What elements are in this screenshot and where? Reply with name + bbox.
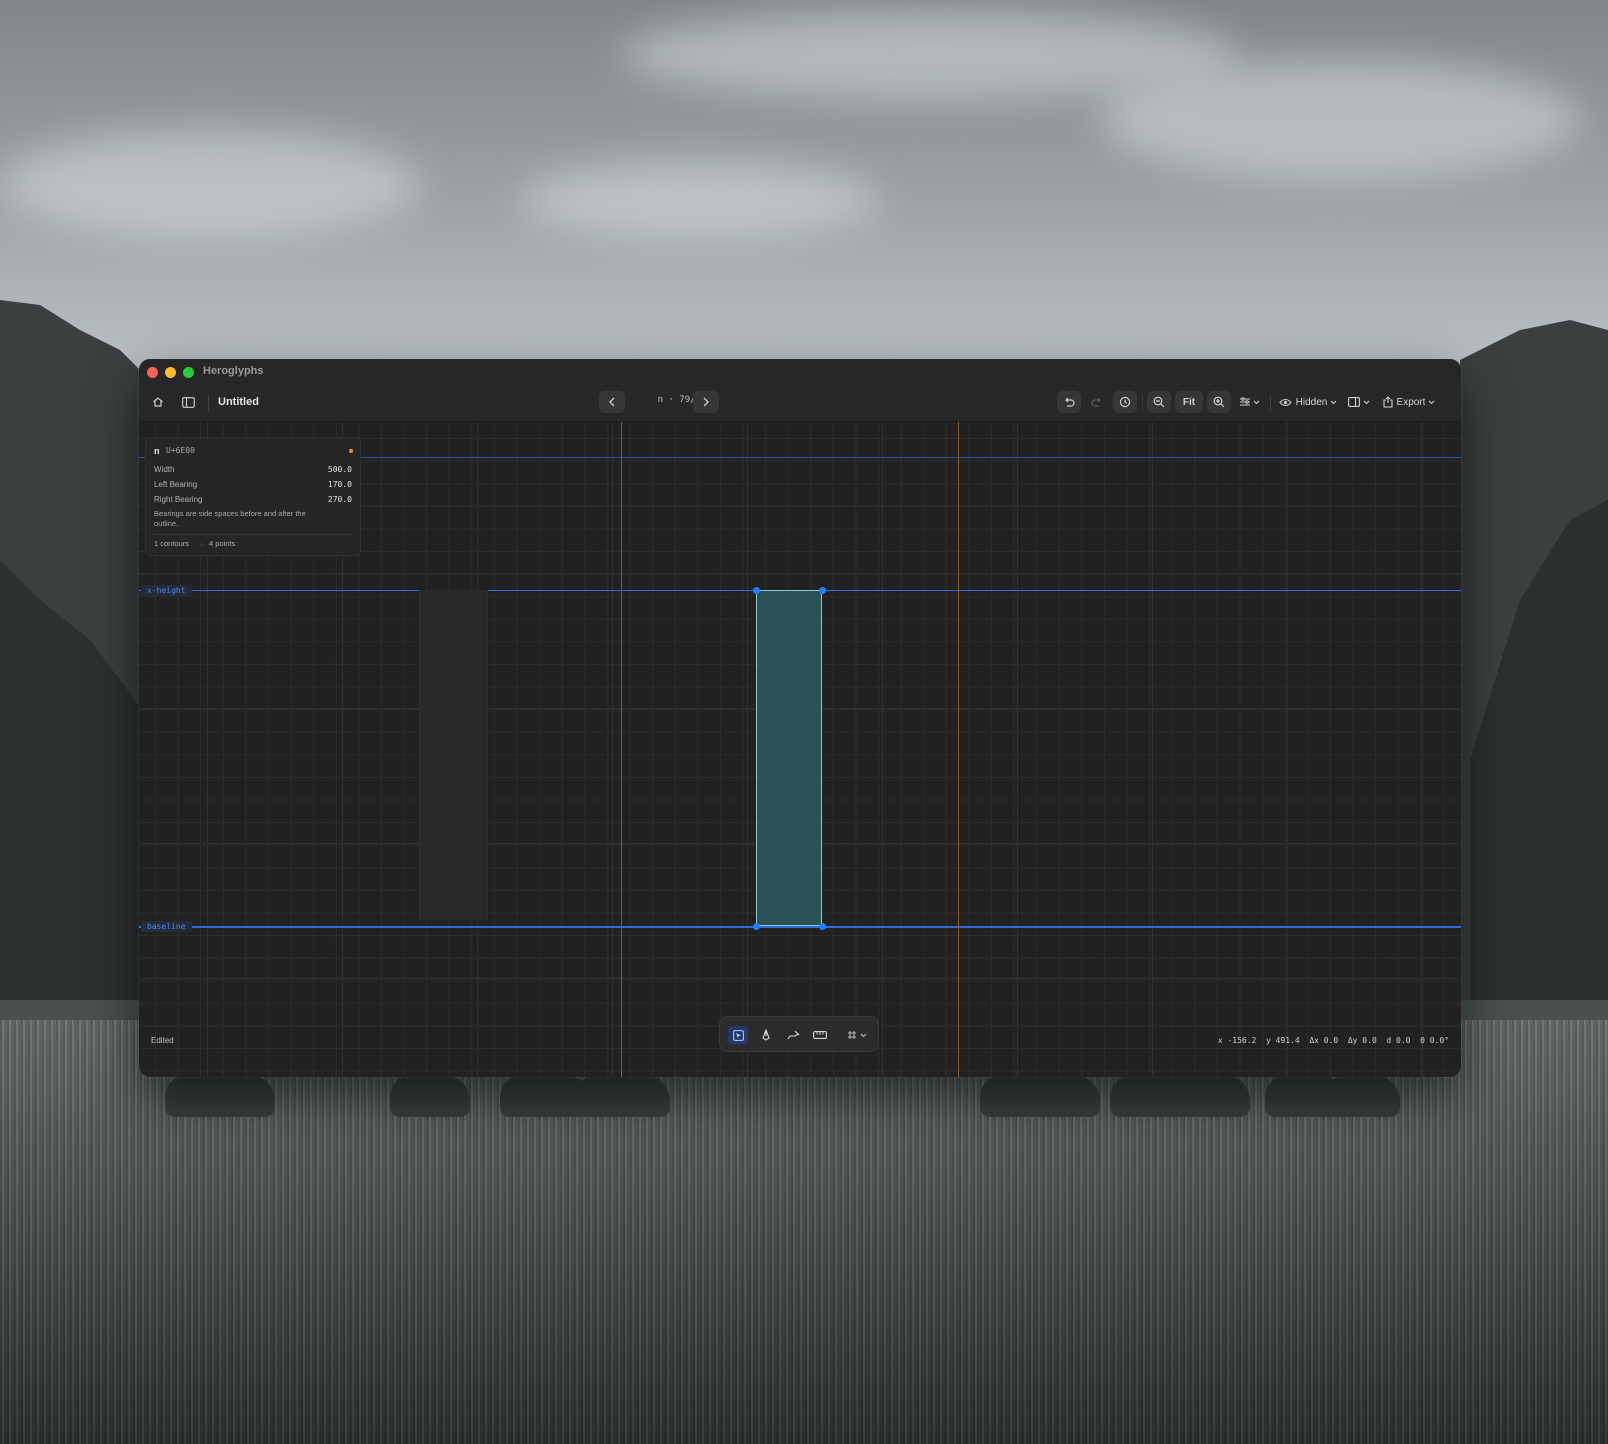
right-bearing-line[interactable] bbox=[958, 422, 959, 1077]
home-button[interactable] bbox=[147, 391, 169, 413]
chevron-down-icon bbox=[1363, 400, 1370, 404]
panel-divider bbox=[154, 534, 352, 535]
stat-separator: · bbox=[200, 539, 203, 548]
view-options-dropdown[interactable] bbox=[1235, 391, 1263, 413]
glyph-info-panel: n U+6E00 Width 500.0 Left Bearing 170.0 … bbox=[145, 437, 361, 556]
toggle-sidebar-button[interactable] bbox=[177, 391, 199, 413]
glyph-contour[interactable] bbox=[756, 590, 822, 926]
tool-dock bbox=[719, 1016, 879, 1052]
zoom-out-icon bbox=[1153, 396, 1165, 408]
toolbar-divider bbox=[208, 395, 209, 411]
baseline-label: baseline bbox=[141, 921, 192, 932]
buffalo bbox=[1110, 1075, 1250, 1117]
next-glyph-button[interactable] bbox=[693, 391, 719, 413]
chevron-down-icon bbox=[860, 1033, 867, 1037]
sliders-icon bbox=[1239, 397, 1250, 406]
chevron-right-icon bbox=[703, 397, 709, 407]
grid-icon bbox=[848, 1031, 856, 1039]
share-icon bbox=[1382, 396, 1393, 408]
home-icon bbox=[153, 397, 163, 407]
glyph-codepoint: U+6E00 bbox=[166, 446, 195, 455]
left-bearing-line[interactable] bbox=[621, 422, 622, 1077]
undo-button[interactable] bbox=[1057, 391, 1081, 413]
chevron-down-icon bbox=[1429, 400, 1435, 404]
left-bearing-value[interactable]: 170.0 bbox=[328, 480, 352, 489]
toolbar-divider bbox=[1270, 395, 1271, 411]
zoom-window-button[interactable] bbox=[183, 367, 194, 378]
chevron-down-icon bbox=[1330, 400, 1337, 404]
right-bearing-label: Right Bearing bbox=[154, 495, 203, 504]
contour-node[interactable] bbox=[819, 587, 826, 594]
chevron-down-icon bbox=[1253, 400, 1259, 404]
unsaved-indicator bbox=[349, 449, 353, 453]
bearing-hint-text: Bearings are side spaces before and afte… bbox=[154, 509, 306, 528]
point-count: 4 points bbox=[209, 539, 236, 548]
redo-button[interactable] bbox=[1085, 391, 1109, 413]
buffalo bbox=[390, 1075, 470, 1117]
history-icon bbox=[1119, 396, 1131, 408]
visibility-label: Hidden bbox=[1295, 396, 1328, 408]
ruler-icon bbox=[813, 1031, 827, 1039]
x-height-label: x-height bbox=[141, 585, 192, 596]
right-bearing-value[interactable]: 270.0 bbox=[328, 495, 352, 504]
select-icon bbox=[732, 1029, 744, 1041]
zoom-out-button[interactable] bbox=[1147, 391, 1171, 413]
visibility-dropdown[interactable]: Hidden bbox=[1276, 391, 1340, 413]
title-bar: Heroglyphs bbox=[139, 359, 1461, 385]
pen-tool[interactable] bbox=[756, 1026, 776, 1044]
document-status: Edited bbox=[151, 1036, 174, 1045]
panel-icon bbox=[1348, 397, 1360, 407]
ruler-tool[interactable] bbox=[810, 1026, 830, 1044]
buffalo bbox=[165, 1075, 275, 1117]
app-window: Heroglyphs Untitled n · 79/95 Fit Hidden… bbox=[139, 359, 1461, 1077]
cursor-coordinates: x -156.2 y 491.4 Δx 0.0 Δy 0.0 d 0.0 θ 0… bbox=[1217, 1036, 1449, 1045]
width-value[interactable]: 500.0 bbox=[328, 465, 352, 474]
redo-icon bbox=[1091, 397, 1101, 407]
previous-glyph-ghost bbox=[419, 590, 488, 920]
brush-tool[interactable] bbox=[783, 1026, 803, 1044]
pen-icon bbox=[762, 1029, 770, 1041]
width-label: Width bbox=[154, 465, 175, 474]
select-tool[interactable] bbox=[728, 1026, 748, 1044]
zoom-in-icon bbox=[1213, 396, 1225, 408]
zoom-in-button[interactable] bbox=[1207, 391, 1231, 413]
document-title[interactable]: Untitled bbox=[218, 396, 259, 408]
chevron-left-icon bbox=[609, 397, 615, 407]
panel-layout-dropdown[interactable] bbox=[1344, 391, 1374, 413]
grid-dropdown[interactable] bbox=[842, 1026, 872, 1044]
zoom-fit-button[interactable]: Fit bbox=[1175, 391, 1203, 413]
contour-node[interactable] bbox=[819, 923, 826, 930]
minimize-window-button[interactable] bbox=[165, 367, 176, 378]
baseline-guide-line bbox=[139, 926, 1461, 928]
eye-icon bbox=[1278, 398, 1292, 406]
export-dropdown[interactable]: Export bbox=[1378, 391, 1440, 413]
sidebar-icon bbox=[181, 396, 195, 408]
history-button[interactable] bbox=[1113, 391, 1137, 413]
buffalo bbox=[980, 1075, 1100, 1117]
contour-node[interactable] bbox=[753, 587, 760, 594]
undo-icon bbox=[1065, 397, 1075, 407]
buffalo bbox=[1325, 1075, 1400, 1117]
app-title: Heroglyphs bbox=[203, 365, 264, 377]
toolbar-divider bbox=[1142, 395, 1143, 411]
left-bearing-label: Left Bearing bbox=[154, 480, 198, 489]
glyph-name: n bbox=[154, 446, 160, 456]
toolbar: Untitled n · 79/95 Fit Hidden Export bbox=[139, 385, 1461, 422]
previous-glyph-button[interactable] bbox=[599, 391, 625, 413]
glyph-canvas[interactable]: x-height baseline n U+6E00 Width 500.0 L… bbox=[139, 422, 1461, 1077]
contour-node[interactable] bbox=[753, 923, 760, 930]
contour-count: 1 contours bbox=[154, 539, 190, 548]
close-window-button[interactable] bbox=[147, 367, 158, 378]
buffalo bbox=[575, 1075, 670, 1117]
export-label: Export bbox=[1396, 396, 1426, 408]
brush-icon bbox=[787, 1030, 799, 1040]
